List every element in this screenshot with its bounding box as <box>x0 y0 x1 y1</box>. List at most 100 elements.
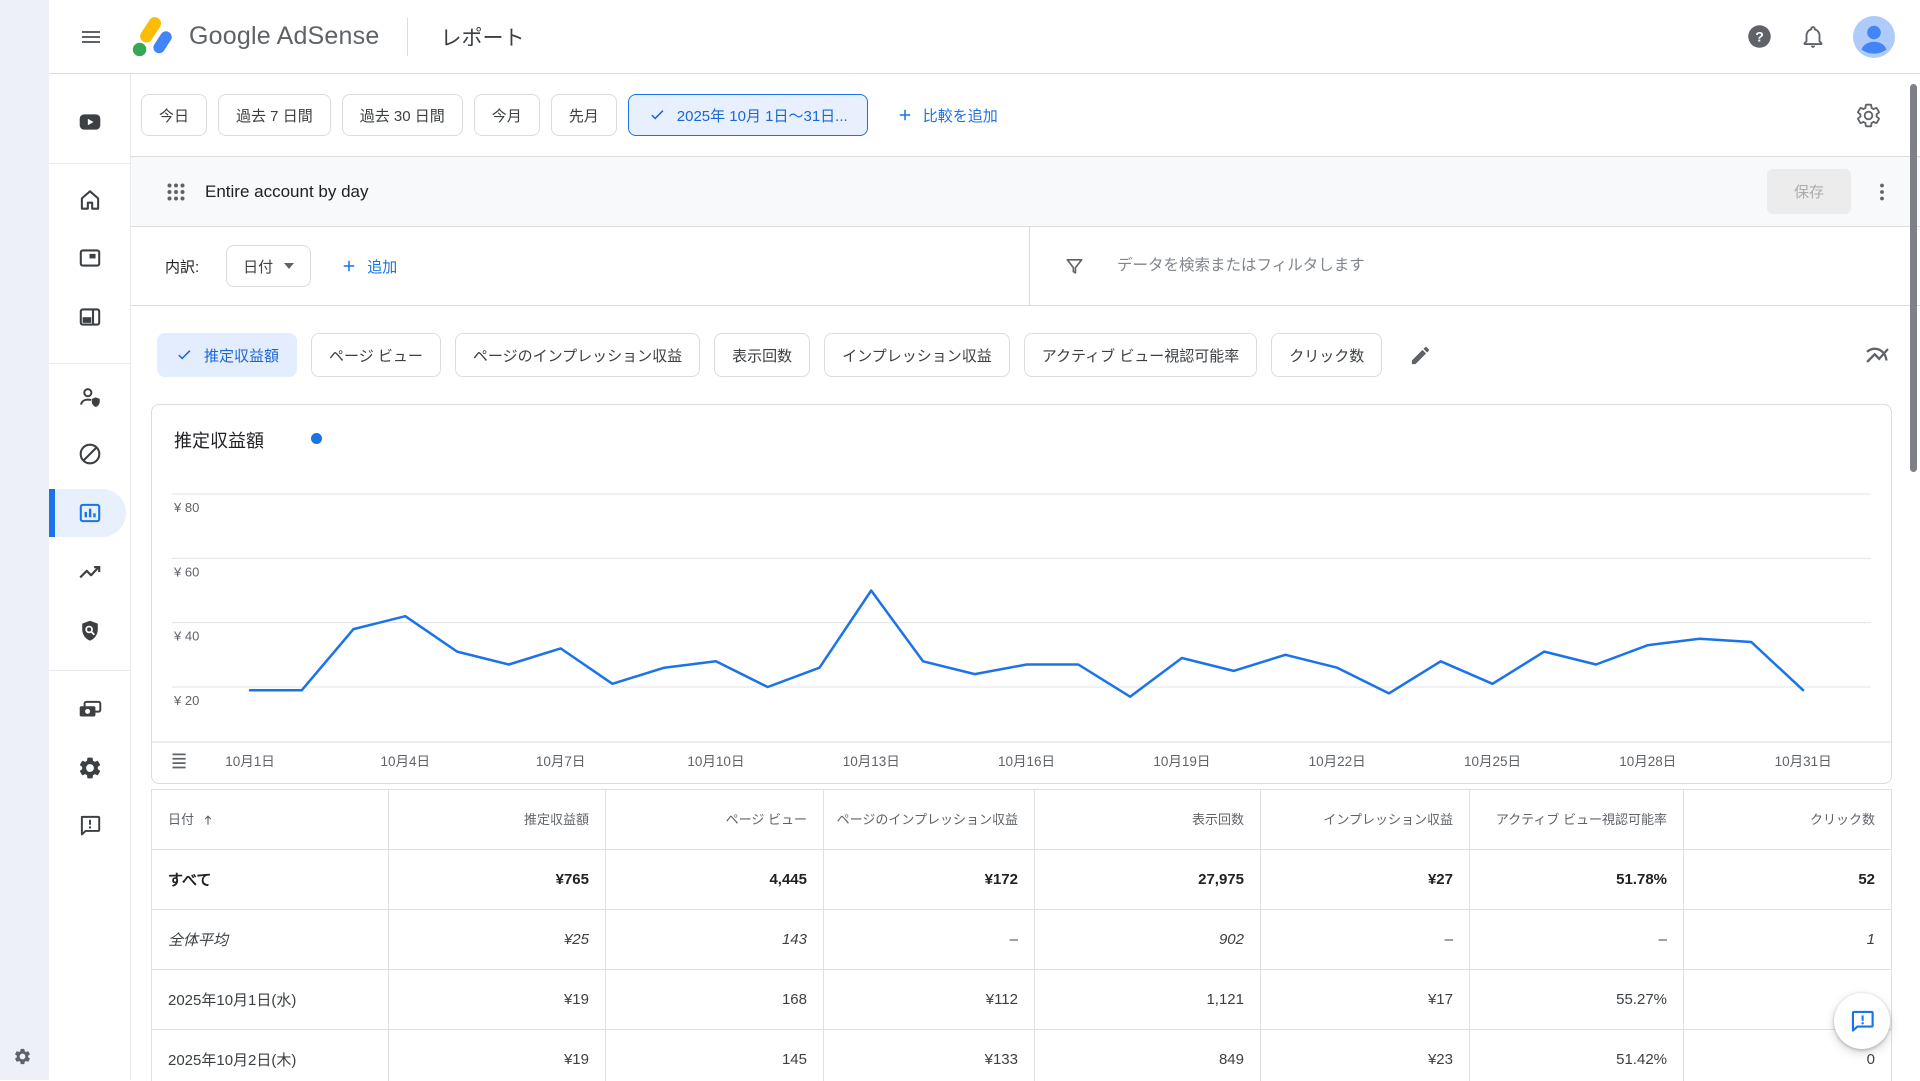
check-icon <box>648 106 666 124</box>
add-breakdown-button[interactable]: 追加 <box>340 256 397 277</box>
svg-text:10月10日: 10月10日 <box>687 754 744 769</box>
breakdown-row: 内訳: 日付 追加 <box>131 227 1920 306</box>
svg-text:¥ 80: ¥ 80 <box>173 500 199 515</box>
check-icon <box>175 346 193 364</box>
table-cell: ¥23 <box>1261 1030 1470 1081</box>
table-cell: ¥765 <box>389 850 606 910</box>
svg-text:10月25日: 10月25日 <box>1464 754 1521 769</box>
optimization-icon <box>77 559 103 585</box>
svg-text:¥ 60: ¥ 60 <box>173 564 199 579</box>
feedback-icon <box>1849 1008 1876 1035</box>
table-cell: 4,445 <box>606 850 824 910</box>
svg-text:10月7日: 10月7日 <box>536 754 586 769</box>
column-header-impression-rpm[interactable]: インプレッション収益 <box>1261 790 1470 850</box>
app-bar: Google AdSense レポート ? <box>49 0 1920 74</box>
left-edge-strip <box>0 0 49 1080</box>
sidebar-item-payments[interactable] <box>49 686 130 734</box>
chart-card: 推定収益額 ¥ 80¥ 60¥ 40¥ 2010月1日10月4日10月7日10月… <box>151 404 1892 784</box>
table-cell: 27,975 <box>1035 850 1261 910</box>
report-settings-gear-icon[interactable] <box>1855 102 1882 129</box>
metric-chip-clicks[interactable]: クリック数 <box>1271 333 1382 377</box>
metric-chip-active-view-viewability[interactable]: アクティブ ビュー視認可能率 <box>1024 333 1258 377</box>
gear-icon[interactable] <box>13 1047 32 1066</box>
svg-text:10月13日: 10月13日 <box>843 754 900 769</box>
help-icon[interactable]: ? <box>1746 23 1773 50</box>
vertical-scrollbar[interactable] <box>1910 84 1917 472</box>
settings-icon <box>77 755 103 781</box>
column-header-page-views[interactable]: ページ ビュー <box>606 790 824 850</box>
multiline-chart-icon[interactable] <box>1864 342 1891 369</box>
table-cell: ¥19 <box>389 1030 606 1081</box>
save-button[interactable]: 保存 <box>1767 169 1851 214</box>
table-cell: 168 <box>606 970 824 1030</box>
drag-grid-icon[interactable] <box>164 180 188 204</box>
date-chip-today[interactable]: 今日 <box>141 94 207 136</box>
table-cell: 51.42% <box>1470 1030 1684 1081</box>
sidebar-item-reports[interactable] <box>49 489 130 537</box>
sidebar-item-feedback[interactable] <box>49 801 130 849</box>
edit-metrics-icon[interactable] <box>1409 344 1432 367</box>
column-header-date[interactable]: 日付 <box>152 790 389 850</box>
sidebar-item-sites[interactable] <box>49 293 130 341</box>
sidebar-item-blocking-controls[interactable] <box>49 430 130 478</box>
sidebar <box>49 74 131 1080</box>
column-header-active-view-viewability[interactable]: アクティブ ビュー視認可能率 <box>1470 790 1684 850</box>
table-cell: 143 <box>606 910 824 970</box>
report-table: 日付 推定収益額 ページ ビュー ページのインプレッション収益 表示回数 インプ… <box>151 789 1892 1081</box>
sidebar-item-settings[interactable] <box>49 744 130 792</box>
date-chip-last-30-days[interactable]: 過去 30 日間 <box>342 94 463 136</box>
add-comparison-button[interactable]: 比較を追加 <box>896 105 998 126</box>
sidebar-item-policy-center[interactable] <box>49 607 130 655</box>
more-options-icon[interactable] <box>1870 180 1894 204</box>
filter-section <box>1029 227 1920 305</box>
date-chip-last-month[interactable]: 先月 <box>551 94 617 136</box>
payments-icon <box>77 697 103 723</box>
line-chart[interactable]: ¥ 80¥ 60¥ 40¥ 2010月1日10月4日10月7日10月10日10月… <box>152 405 1891 783</box>
column-header-estimated-earnings[interactable]: 推定収益額 <box>389 790 606 850</box>
date-chip-last-7-days[interactable]: 過去 7 日間 <box>218 94 331 136</box>
table-cell: ¥19 <box>389 970 606 1030</box>
column-header-page-rpm[interactable]: ページのインプレッション収益 <box>824 790 1035 850</box>
bell-icon[interactable] <box>1800 24 1826 50</box>
avatar[interactable] <box>1853 16 1895 58</box>
sidebar-item-home[interactable] <box>49 176 130 224</box>
date-chip-this-month[interactable]: 今月 <box>474 94 540 136</box>
sidebar-divider <box>49 163 130 164</box>
ad-unit-icon <box>77 245 103 271</box>
table-cell: – <box>1261 910 1470 970</box>
adsense-logo-icon <box>130 14 176 60</box>
report-card-header: Entire account by day 保存 <box>131 157 1920 227</box>
chevron-down-icon <box>284 263 294 269</box>
metric-chip-estimated-earnings[interactable]: 推定収益額 <box>157 333 297 377</box>
table-cell: – <box>824 910 1035 970</box>
feedback-fab[interactable] <box>1834 993 1890 1049</box>
svg-text:10月28日: 10月28日 <box>1619 754 1676 769</box>
sidebar-divider <box>49 363 130 364</box>
metric-chip-page-rpm[interactable]: ページのインプレッション収益 <box>455 333 700 377</box>
adsense-logo[interactable]: Google AdSense <box>130 14 379 60</box>
table-cell: ¥27 <box>1261 850 1470 910</box>
metric-chip-impression-rpm[interactable]: インプレッション収益 <box>824 333 1010 377</box>
column-header-clicks[interactable]: クリック数 <box>1684 790 1891 850</box>
metric-chip-page-views[interactable]: ページ ビュー <box>311 333 441 377</box>
series-legend-dot <box>311 433 322 444</box>
table-cell: ¥172 <box>824 850 1035 910</box>
sidebar-item-ads[interactable] <box>49 234 130 282</box>
svg-text:10月31日: 10月31日 <box>1775 754 1832 769</box>
svg-text:10月19日: 10月19日 <box>1153 754 1210 769</box>
date-chip-custom-range[interactable]: 2025年 10月 1日〜31日... <box>628 94 868 136</box>
sidebar-item-optimization[interactable] <box>49 548 130 596</box>
sidebar-item-youtube[interactable] <box>49 98 130 146</box>
sidebar-item-brand-safety[interactable] <box>49 373 130 421</box>
chart-menu-icon[interactable] <box>169 750 190 771</box>
selected-range-label: 2025年 10月 1日〜31日... <box>677 105 848 126</box>
brand-safety-icon <box>77 384 103 410</box>
menu-icon[interactable] <box>79 25 103 49</box>
youtube-icon <box>77 109 103 135</box>
table-cell: 全体平均 <box>152 910 389 970</box>
table-cell: – <box>1470 910 1684 970</box>
column-header-impressions[interactable]: 表示回数 <box>1035 790 1261 850</box>
dimension-select[interactable]: 日付 <box>226 245 311 287</box>
search-filter-input[interactable] <box>1115 256 1759 276</box>
metric-chip-impressions[interactable]: 表示回数 <box>714 333 810 377</box>
